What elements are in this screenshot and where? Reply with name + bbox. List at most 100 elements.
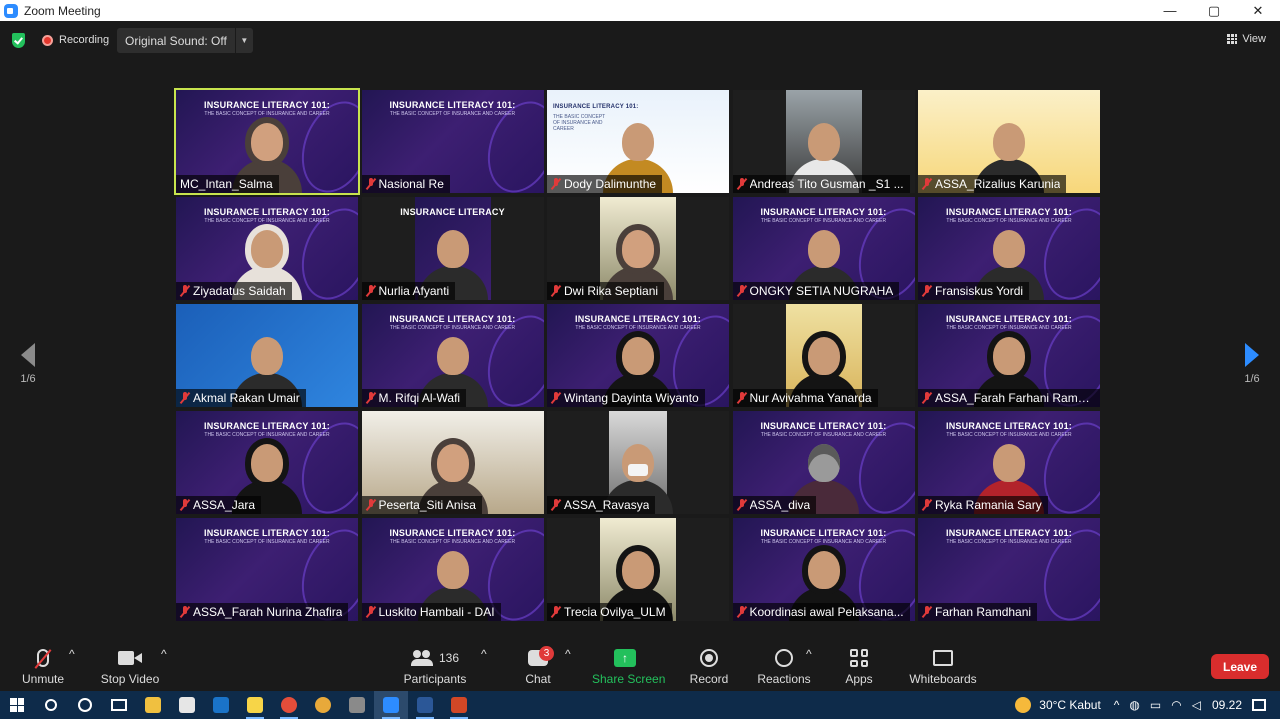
stop-video-button[interactable]: Stop Video (100, 647, 160, 686)
recording-indicator[interactable]: Recording (42, 34, 109, 46)
previous-page-button[interactable]: 1/6 (8, 343, 48, 385)
microphone-muted-icon (737, 606, 747, 618)
participant-tile[interactable]: Andreas Tito Gusman _S1 ... (732, 90, 915, 193)
reactions-options-caret[interactable]: ^ (806, 647, 812, 661)
next-page-button[interactable]: 1/6 (1232, 343, 1272, 385)
page-indicator-right: 1/6 (1244, 373, 1260, 385)
participant-name-tag: ASSA_Rizalius Karunia (918, 175, 1067, 193)
participant-tile[interactable]: INSURANCE LITERACY 101: THE BASIC CONCEPT… (361, 518, 544, 621)
participant-tile[interactable]: Akmal Rakan Umair (176, 304, 358, 407)
weather-text[interactable]: 30°C Kabut (1039, 698, 1101, 712)
chrome-icon (315, 697, 331, 713)
reactions-button[interactable]: Reactions (757, 647, 811, 686)
participant-name-tag: MC_Intan_Salma (176, 175, 279, 193)
participant-tile[interactable]: ASSA_Rizalius Karunia (918, 90, 1100, 193)
notifications-icon[interactable] (1252, 699, 1266, 711)
participant-tile[interactable]: INSURANCE LITERACY 101: THE BASIC CONCEPT… (176, 411, 358, 514)
zoom-logo-icon (4, 3, 18, 18)
participant-tile[interactable]: INSURANCE LITERACY 101: THE BASIC CONCEPT… (176, 197, 358, 300)
task-view-button[interactable] (102, 691, 136, 719)
participant-tile[interactable]: INSURANCE LITERACY 101: THE BASIC CONCEPT… (174, 88, 360, 195)
original-sound-dropdown[interactable]: ▼ (234, 28, 253, 53)
taskbar-zoom[interactable] (374, 691, 408, 719)
participant-tile[interactable]: Peserta_Siti Anisa (361, 411, 544, 514)
participant-name-tag: Wintang Dayinta Wiyanto (547, 389, 705, 407)
participant-tile[interactable]: INSURANCE LITERACY 101: THE BASIC CONCEPT… (732, 411, 915, 514)
participant-tile[interactable]: Trecia Ovilya_ULM (547, 518, 729, 621)
weather-sun-icon[interactable] (1015, 697, 1032, 713)
network-icon[interactable]: ◍ (1129, 698, 1139, 712)
participant-tile[interactable]: INSURANCE LITERACY 101: THE BASIC CONCEPT… (918, 518, 1100, 621)
participant-tile[interactable]: INSURANCE LITERACY 101: THE BASIC CONCEPT… (361, 90, 544, 193)
tray-overflow-chevron[interactable]: ^ (1114, 698, 1120, 712)
microphone-muted-icon (366, 178, 376, 190)
participant-name-tag: Andreas Tito Gusman _S1 ... (732, 175, 910, 193)
security-shield-icon[interactable] (12, 33, 25, 48)
unmute-button[interactable]: Unmute (20, 647, 66, 686)
battery-icon[interactable]: ▭ (1150, 698, 1161, 712)
taskbar-chrome-1[interactable] (272, 691, 306, 719)
record-button[interactable]: Record (688, 647, 730, 686)
participant-tile[interactable]: INSURANCE LITERACY 101: THE BASIC CONCEPT… (732, 518, 915, 621)
leave-button[interactable]: Leave (1211, 654, 1269, 679)
video-options-caret[interactable]: ^ (161, 647, 167, 661)
participant-name: Luskito Hambali - DAI (378, 605, 495, 619)
participant-tile[interactable]: INSURANCE LITERACY 101: THE BASIC CONCEPT… (547, 90, 729, 193)
start-button[interactable] (0, 691, 34, 719)
taskbar-app-misc[interactable] (340, 691, 374, 719)
taskbar-word[interactable] (408, 691, 442, 719)
taskbar-powerpoint[interactable] (442, 691, 476, 719)
clock[interactable]: 09.22 (1212, 698, 1242, 712)
taskbar-outlook[interactable] (204, 691, 238, 719)
virtual-background-title: INSURANCE LITERACY 101: (204, 528, 330, 538)
participant-name: Ryka Ramania Sary (935, 498, 1042, 512)
original-sound-button[interactable]: Original Sound: Off ▼ (117, 28, 253, 53)
volume-icon[interactable]: ◁ (1192, 698, 1201, 712)
taskbar-chrome-2[interactable] (306, 691, 340, 719)
wifi-icon[interactable]: ◠ (1171, 698, 1181, 712)
virtual-background-subtitle: THE BASIC CONCEPT OF INSURANCE AND CAREE… (389, 111, 516, 117)
participant-tile[interactable]: INSURANCE LITERACY 101: THE BASIC CONCEPT… (918, 304, 1100, 407)
close-button[interactable]: ✕ (1236, 0, 1280, 21)
participant-tile[interactable]: INSURANCE LITERACY 101: THE BASIC CONCEPT… (361, 304, 544, 407)
taskbar-store[interactable] (170, 691, 204, 719)
participant-name: MC_Intan_Salma (180, 177, 273, 191)
participant-tile[interactable]: INSURANCE LITERACY 101: THE BASIC CONCEPT… (732, 197, 915, 300)
microphone-muted-icon (37, 649, 49, 667)
participant-tile[interactable]: INSURANCE LITERACY 101: THE BASIC CONCEPT… (547, 304, 729, 407)
outlook-icon (213, 697, 229, 713)
participant-tile[interactable]: INSURANCE LITERACY 101: THE BASIC CONCEPT… (176, 518, 358, 621)
virtual-background-title: INSURANCE LITERACY 101: (204, 207, 330, 217)
participant-tile[interactable]: INSURANCE LITERACY 101: THE BASIC CONCEPT… (918, 411, 1100, 514)
cortana-button[interactable] (68, 691, 102, 719)
audio-options-caret[interactable]: ^ (69, 647, 75, 661)
participant-tile[interactable]: Dwi Rika Septiani (547, 197, 729, 300)
participant-tile[interactable]: INSURANCE LITERACY 101: THE BASIC CONCEPT… (918, 197, 1100, 300)
participants-button[interactable]: 136 Participants (402, 647, 468, 686)
participant-tile[interactable]: Nur Avivahma Yanarda (732, 304, 915, 407)
search-button[interactable] (34, 691, 68, 719)
participant-name: Fransiskus Yordi (935, 284, 1024, 298)
apps-button[interactable]: Apps (842, 647, 876, 686)
participant-tile[interactable]: ASSA_Ravasya (547, 411, 729, 514)
share-screen-button[interactable]: ↑ Share Screen (592, 647, 665, 686)
whiteboards-button[interactable]: Whiteboards (908, 647, 978, 686)
participant-name-tag: Dwi Rika Septiani (547, 282, 665, 300)
chat-label: Chat (525, 672, 551, 686)
word-icon (417, 697, 433, 713)
unmute-label: Unmute (21, 672, 65, 686)
participant-tile[interactable]: INSURANCE LITERACY Nurlia Afyanti (361, 197, 544, 300)
minimize-button[interactable]: — (1148, 0, 1192, 21)
taskbar-sticky-notes[interactable] (238, 691, 272, 719)
chat-bubble-icon: 3 (528, 646, 554, 666)
restore-button[interactable]: ▢ (1192, 0, 1236, 21)
participants-options-caret[interactable]: ^ (481, 647, 487, 661)
cortana-icon (78, 698, 92, 712)
chat-options-caret[interactable]: ^ (565, 647, 571, 661)
participant-name: Peserta_Siti Anisa (378, 498, 476, 512)
participant-name-tag: ASSA_Farah Farhani Ramad... (918, 389, 1100, 407)
view-button[interactable]: View (1227, 33, 1266, 45)
participant-name-tag: Ryka Ramania Sary (918, 496, 1048, 514)
taskbar-file-explorer[interactable] (136, 691, 170, 719)
chat-button[interactable]: 3 Chat (518, 646, 558, 686)
